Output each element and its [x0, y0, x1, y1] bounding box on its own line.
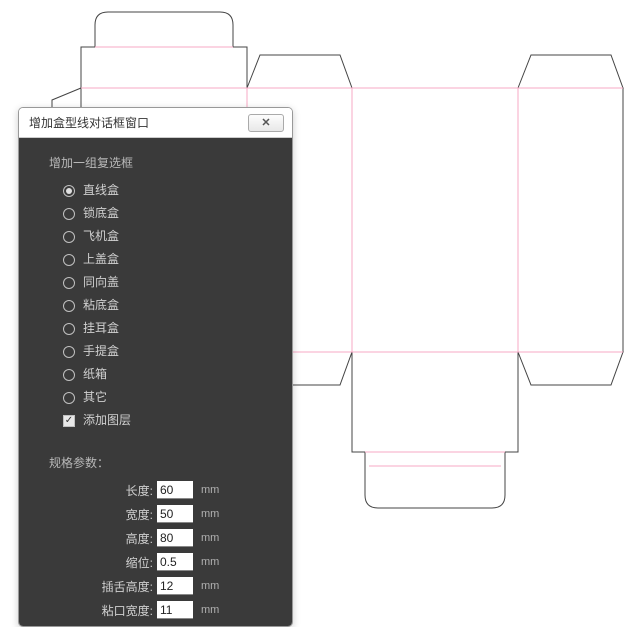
add-box-line-dialog: 增加盒型线对话框窗口 ✕ 增加一组复选框 直线盒 锁底盒 飞机盒 上盖盒 同向盖: [18, 107, 293, 627]
option-other[interactable]: 其它: [43, 386, 292, 409]
option-airplane-box[interactable]: 飞机盒: [43, 225, 292, 248]
offset-input[interactable]: [157, 553, 193, 571]
param-unit: mm: [201, 556, 219, 568]
option-label: 挂耳盒: [83, 321, 119, 336]
param-unit: mm: [201, 580, 219, 592]
option-label: 同向盖: [83, 275, 119, 290]
radio-icon: [63, 346, 75, 358]
radio-icon: [63, 208, 75, 220]
checkbox-label: 添加图层: [83, 413, 131, 428]
option-label: 锁底盒: [83, 206, 119, 221]
option-carton[interactable]: 纸箱: [43, 363, 292, 386]
param-tuck-height: 插舌高度: mm: [43, 577, 292, 595]
option-straight-box[interactable]: 直线盒: [43, 179, 292, 202]
param-unit: mm: [201, 532, 219, 544]
length-input[interactable]: [157, 481, 193, 499]
option-label: 纸箱: [83, 367, 107, 382]
tuck-height-input[interactable]: [157, 577, 193, 595]
radio-icon: [63, 231, 75, 243]
radio-icon: [63, 277, 75, 289]
option-label: 粘底盒: [83, 298, 119, 313]
param-offset: 缩位: mm: [43, 553, 292, 571]
param-length: 长度: mm: [43, 481, 292, 499]
option-label: 飞机盒: [83, 229, 119, 244]
spec-params-title: 规格参数：: [49, 454, 292, 471]
param-label: 缩位:: [43, 554, 153, 571]
dialog-title: 增加盒型线对话框窗口: [29, 114, 149, 131]
option-label: 直线盒: [83, 183, 119, 198]
option-lock-bottom-box[interactable]: 锁底盒: [43, 202, 292, 225]
option-hang-ear-box[interactable]: 挂耳盒: [43, 317, 292, 340]
dialog-body: 增加一组复选框 直线盒 锁底盒 飞机盒 上盖盒 同向盖 粘底盒 挂耳盒: [19, 138, 292, 626]
param-label: 长度:: [43, 482, 153, 499]
param-unit: mm: [201, 604, 219, 616]
height-input[interactable]: [157, 529, 193, 547]
radio-icon: [63, 392, 75, 404]
option-label: 手提盒: [83, 344, 119, 359]
glue-width-input[interactable]: [157, 601, 193, 619]
radio-icon: [63, 254, 75, 266]
radio-icon: [63, 369, 75, 381]
box-type-group-title: 增加一组复选框: [43, 154, 292, 171]
width-input[interactable]: [157, 505, 193, 523]
option-handle-box[interactable]: 手提盒: [43, 340, 292, 363]
param-label: 粘口宽度:: [43, 602, 153, 619]
param-glue-width: 粘口宽度: mm: [43, 601, 292, 619]
option-label: 其它: [83, 390, 107, 405]
radio-icon: [63, 300, 75, 312]
param-label: 高度:: [43, 530, 153, 547]
checkbox-icon: ✓: [63, 415, 75, 427]
option-glue-bottom-box[interactable]: 粘底盒: [43, 294, 292, 317]
option-top-lid-box[interactable]: 上盖盒: [43, 248, 292, 271]
param-unit: mm: [201, 508, 219, 520]
option-same-direction-lid[interactable]: 同向盖: [43, 271, 292, 294]
param-width: 宽度: mm: [43, 505, 292, 523]
dialog-titlebar[interactable]: 增加盒型线对话框窗口 ✕: [19, 108, 292, 138]
param-height: 高度: mm: [43, 529, 292, 547]
close-icon: ✕: [261, 116, 270, 129]
radio-icon: [63, 323, 75, 335]
option-label: 上盖盒: [83, 252, 119, 267]
param-label: 宽度:: [43, 506, 153, 523]
param-unit: mm: [201, 484, 219, 496]
radio-icon: [63, 185, 75, 197]
param-label: 插舌高度:: [43, 578, 153, 595]
close-button[interactable]: ✕: [248, 114, 284, 132]
add-layer-checkbox[interactable]: ✓ 添加图层: [43, 409, 292, 432]
